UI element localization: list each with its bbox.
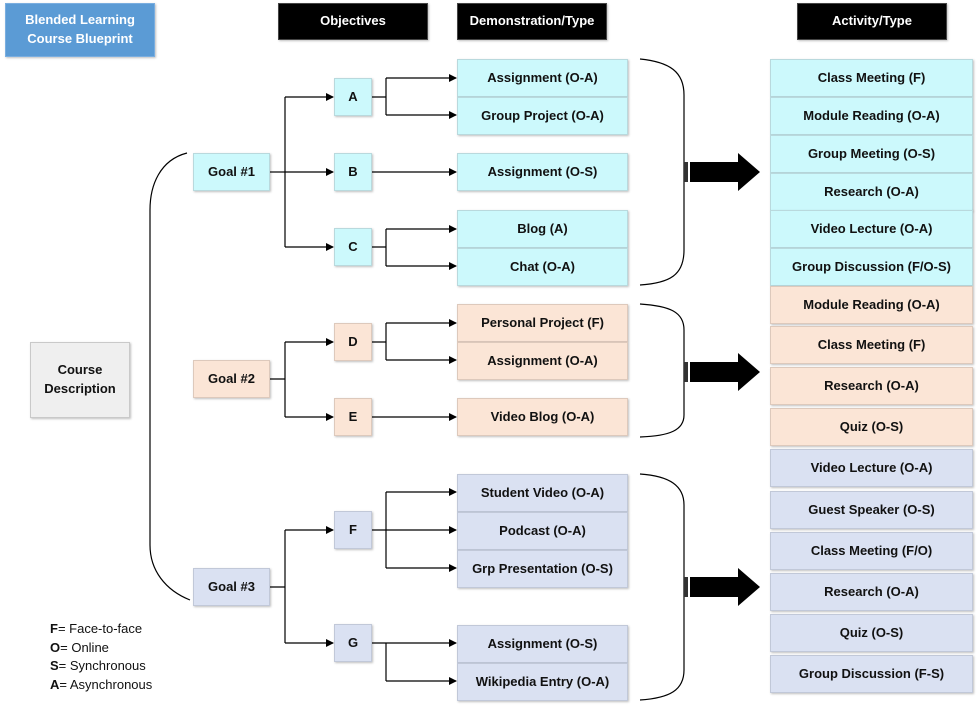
diagram-title: Blended Learning Course Blueprint bbox=[5, 3, 155, 57]
objective-f: F bbox=[334, 511, 372, 549]
objective-g: G bbox=[334, 624, 372, 662]
course-brace bbox=[149, 152, 191, 601]
objective-c: C bbox=[334, 228, 372, 266]
demo-d-1: Personal Project (F) bbox=[457, 304, 628, 342]
demo-f-1: Student Video (O-A) bbox=[457, 474, 628, 512]
demo-a-2: Group Project (O-A) bbox=[457, 97, 628, 135]
demo-a-1: Assignment (O-A) bbox=[457, 59, 628, 97]
demo-f-3: Grp Presentation (O-S) bbox=[457, 550, 628, 588]
demo-c-1: Blog (A) bbox=[457, 210, 628, 248]
header-objectives: Objectives bbox=[278, 3, 428, 40]
course-description: Course Description bbox=[30, 342, 130, 418]
activity-g2-3: Research (O-A) bbox=[770, 367, 973, 405]
header-demonstration: Demonstration/Type bbox=[457, 3, 607, 40]
legend-key: O bbox=[50, 639, 61, 655]
activity-g3-1: Video Lecture (O-A) bbox=[770, 449, 973, 487]
goal1-brace bbox=[639, 58, 685, 286]
legend: F= Face-to-face O= Online S= Synchronous… bbox=[50, 620, 152, 695]
activity-g2-1: Module Reading (O-A) bbox=[770, 286, 973, 324]
activity-g3-5: Quiz (O-S) bbox=[770, 614, 973, 652]
activity-g1-6: Group Discussion (F/O-S) bbox=[770, 248, 973, 286]
goal2-brace bbox=[639, 303, 685, 438]
activity-g1-3: Group Meeting (O-S) bbox=[770, 135, 973, 173]
activity-g3-2: Guest Speaker (O-S) bbox=[770, 491, 973, 529]
objective-e: E bbox=[334, 398, 372, 436]
legend-key: A bbox=[50, 677, 60, 693]
legend-text: = Face-to-face bbox=[57, 621, 143, 636]
activity-g1-5: Video Lecture (O-A) bbox=[770, 210, 973, 248]
goal2-arrow-icon bbox=[684, 353, 760, 391]
legend-key: S bbox=[50, 658, 59, 674]
activity-g3-6: Group Discussion (F-S) bbox=[770, 655, 973, 693]
legend-item: F= Face-to-face bbox=[50, 620, 152, 639]
activity-g3-3: Class Meeting (F/O) bbox=[770, 532, 973, 570]
goal3-arrow-icon bbox=[684, 568, 760, 606]
activity-g1-1: Class Meeting (F) bbox=[770, 59, 973, 97]
demo-g-2: Wikipedia Entry (O-A) bbox=[457, 663, 628, 701]
objective-d: D bbox=[334, 323, 372, 361]
legend-item: O= Online bbox=[50, 639, 152, 658]
legend-item: A= Asynchronous bbox=[50, 676, 152, 695]
demo-e-1: Video Blog (O-A) bbox=[457, 398, 628, 436]
goal-1: Goal #1 bbox=[193, 153, 270, 191]
activity-g2-4: Quiz (O-S) bbox=[770, 408, 973, 446]
legend-key: F bbox=[50, 621, 58, 636]
objective-b: B bbox=[334, 153, 372, 191]
goal-3: Goal #3 bbox=[193, 568, 270, 606]
activity-g3-4: Research (O-A) bbox=[770, 573, 973, 611]
demo-g-1: Assignment (O-S) bbox=[457, 625, 628, 663]
goal-2: Goal #2 bbox=[193, 360, 270, 398]
activity-g1-2: Module Reading (O-A) bbox=[770, 97, 973, 135]
goal3-brace bbox=[639, 473, 685, 701]
legend-text: = Synchronous bbox=[58, 658, 146, 674]
activity-g1-4: Research (O-A) bbox=[770, 173, 973, 211]
demo-d-2: Assignment (O-A) bbox=[457, 342, 628, 380]
legend-text: = Asynchronous bbox=[59, 677, 153, 693]
header-activity: Activity/Type bbox=[797, 3, 947, 40]
activity-g2-2: Class Meeting (F) bbox=[770, 326, 973, 364]
legend-text: = Online bbox=[60, 639, 109, 655]
demo-c-2: Chat (O-A) bbox=[457, 248, 628, 286]
objective-a: A bbox=[334, 78, 372, 116]
demo-b-1: Assignment (O-S) bbox=[457, 153, 628, 191]
demo-f-2: Podcast (O-A) bbox=[457, 512, 628, 550]
legend-item: S= Synchronous bbox=[50, 657, 152, 676]
goal1-arrow-icon bbox=[684, 153, 760, 191]
